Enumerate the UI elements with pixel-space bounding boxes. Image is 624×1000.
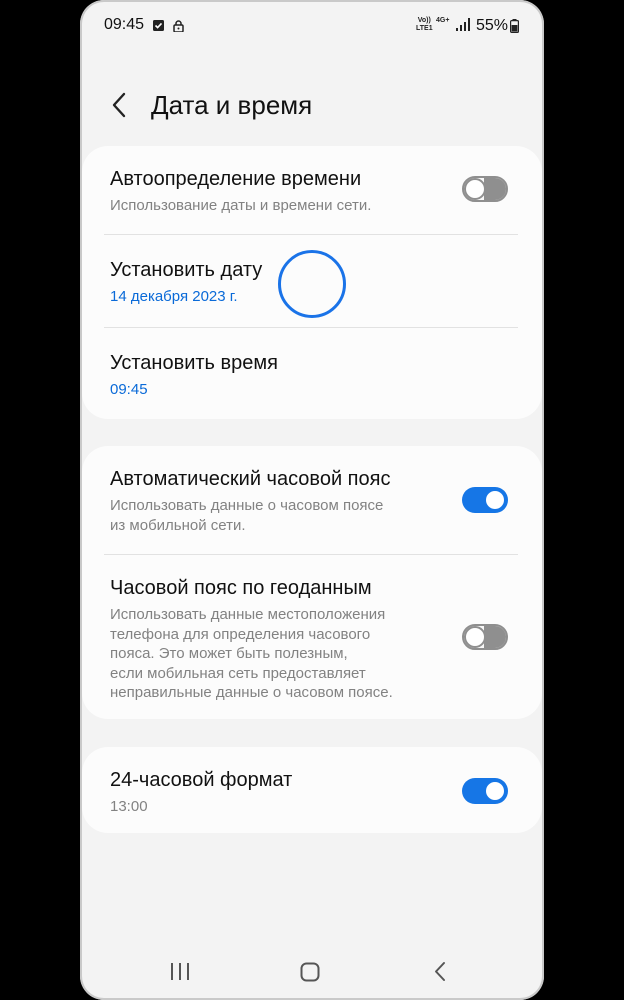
volte-icon: Vo)) LTE1 [416,17,433,33]
page-title: Дата и время [151,90,313,120]
battery-icon [510,19,520,38]
volte-line2: LTE1 [416,25,433,32]
geo-timezone-toggle[interactable] [462,624,508,650]
volte-line1: Vo)) [417,17,431,24]
auto-timezone-title: Автоматический часовой пояс [110,468,391,490]
toggle-knob [484,780,506,802]
auto-timezone-row[interactable]: Автоматический часовой пояс Использовать… [82,446,542,554]
signal-icon [456,18,470,36]
set-date-value: 14 декабря 2023 г. [110,288,238,305]
auto-timezone-toggle[interactable] [462,487,508,513]
toggle-knob [464,178,486,200]
toggle-knob [484,489,506,511]
24h-format-toggle[interactable] [462,778,508,804]
back-button[interactable] [104,90,136,122]
auto-time-row[interactable]: Автоопределение времени Использование да… [82,146,542,234]
settings-card-format: 24-часовой формат 13:00 [82,747,542,833]
auto-time-title: Автоопределение времени [110,168,362,190]
set-time-title: Установить время [110,352,278,374]
set-time-row[interactable]: Установить время 09:45 [82,328,542,419]
app-header: Дата и время [80,80,544,132]
chevron-left-icon [112,92,126,118]
home-button[interactable] [290,952,330,992]
settings-card-timezone: Автоматический часовой пояс Использовать… [82,446,542,719]
24h-format-row[interactable]: 24-часовой формат 13:00 [82,747,542,833]
set-date-title: Установить дату [110,259,263,281]
set-time-value: 09:45 [110,381,148,398]
toggle-track [484,178,506,200]
toggle-knob [464,626,486,648]
phone-screen: 09:45 Vo)) LTE1 4G+ 55% Дата и время Авт… [80,0,544,1000]
back-icon [435,962,445,981]
check-notification-icon [153,20,164,31]
network-type: 4G+ [436,17,450,24]
auto-time-subtitle: Использование даты и времени сети. [110,197,372,214]
auto-time-toggle[interactable] [462,176,508,202]
battery-percent: 55% [476,17,509,34]
geo-timezone-row[interactable]: Часовой пояс по геоданным Использовать д… [82,555,542,719]
touch-indicator [278,250,346,318]
24h-format-subtitle: 13:00 [110,798,148,815]
recent-apps-icon [171,963,189,980]
navigation-bar [80,944,544,1000]
toggle-track [484,626,506,648]
nav-back-button[interactable] [420,952,460,992]
lock-icon [173,20,184,33]
home-icon [300,962,320,982]
status-time: 09:45 [104,16,145,33]
24h-format-title: 24-часовой формат [110,769,293,791]
status-bar: 09:45 Vo)) LTE1 4G+ 55% [80,0,544,56]
recent-apps-button[interactable] [160,952,200,992]
auto-timezone-subtitle: Использовать данные о часовом поясе из м… [110,497,384,534]
geo-timezone-subtitle: Использовать данные местоположения телеф… [110,606,393,701]
geo-timezone-title: Часовой пояс по геоданным [110,577,372,599]
